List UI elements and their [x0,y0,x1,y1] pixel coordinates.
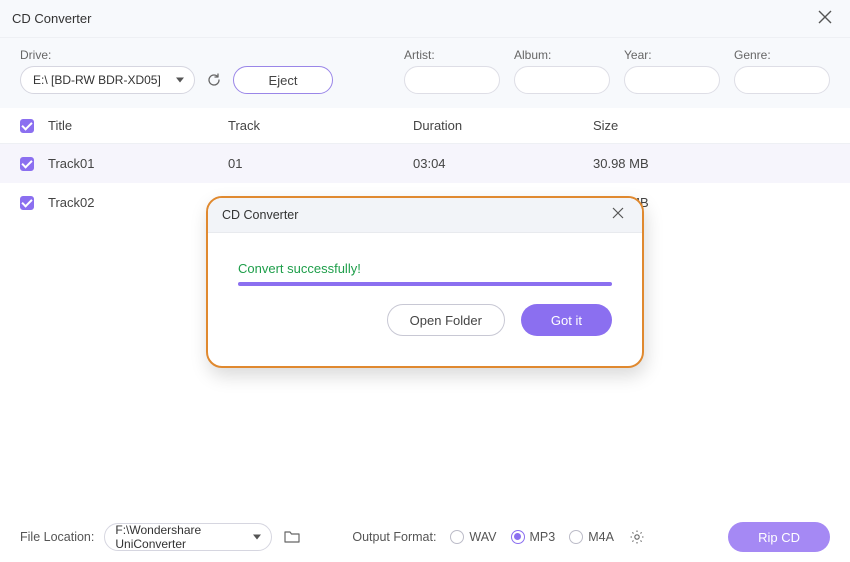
modal-close-icon[interactable] [608,206,628,224]
format-mp3-radio[interactable]: MP3 [511,530,556,544]
rip-cd-button[interactable]: Rip CD [728,522,830,552]
file-location-select[interactable]: F:\Wondershare UniConverter [104,523,272,551]
year-label: Year: [624,48,720,62]
radio-icon [511,530,525,544]
file-location-label: File Location: [20,530,94,544]
col-title-header: Title [48,118,228,133]
table-header: Title Track Duration Size [0,108,850,144]
close-icon[interactable] [812,6,838,31]
window-titlebar: CD Converter [0,0,850,38]
success-message: Convert successfully! [238,261,612,276]
col-track-header: Track [228,118,413,133]
radio-icon [569,530,583,544]
progress-bar [238,282,612,286]
cell-track: 01 [228,156,413,171]
modal-header: CD Converter [208,198,642,233]
got-it-button[interactable]: Got it [521,304,612,336]
row-checkbox[interactable] [20,157,34,171]
format-m4a-radio[interactable]: M4A [569,530,614,544]
col-duration-header: Duration [413,118,593,133]
refresh-icon[interactable] [205,71,223,89]
album-label: Album: [514,48,610,62]
convert-success-modal: CD Converter Convert successfully! Open … [206,196,644,368]
window-title: CD Converter [12,11,91,26]
cell-title: Track02 [48,195,228,210]
row-checkbox[interactable] [20,196,34,210]
table-row[interactable]: Track01 01 03:04 30.98 MB [0,144,850,183]
footer: File Location: F:\Wondershare UniConvert… [0,512,850,562]
year-input[interactable] [624,66,720,94]
genre-input[interactable] [734,66,830,94]
radio-label: WAV [469,530,496,544]
cell-size: 30.98 MB [593,156,830,171]
artist-label: Artist: [404,48,500,62]
col-size-header: Size [593,118,830,133]
open-folder-icon[interactable] [282,527,302,547]
radio-icon [450,530,464,544]
album-input[interactable] [514,66,610,94]
toolbar: Drive: E:\ [BD-RW BDR-XD05] Eject Artist… [0,38,850,108]
format-wav-radio[interactable]: WAV [450,530,496,544]
settings-icon[interactable] [628,528,646,546]
open-folder-button[interactable]: Open Folder [387,304,505,336]
cell-duration: 03:04 [413,156,593,171]
eject-label: Eject [269,73,298,88]
modal-title: CD Converter [222,208,298,222]
genre-label: Genre: [734,48,830,62]
drive-label: Drive: [20,48,195,62]
cell-title: Track01 [48,156,228,171]
radio-label: M4A [588,530,614,544]
artist-input[interactable] [404,66,500,94]
drive-select[interactable]: E:\ [BD-RW BDR-XD05] [20,66,195,94]
file-location-value: F:\Wondershare UniConverter [115,523,247,551]
output-format-label: Output Format: [352,530,436,544]
select-all-checkbox[interactable] [20,119,34,133]
eject-button[interactable]: Eject [233,66,333,94]
drive-value: E:\ [BD-RW BDR-XD05] [33,73,161,87]
radio-label: MP3 [530,530,556,544]
